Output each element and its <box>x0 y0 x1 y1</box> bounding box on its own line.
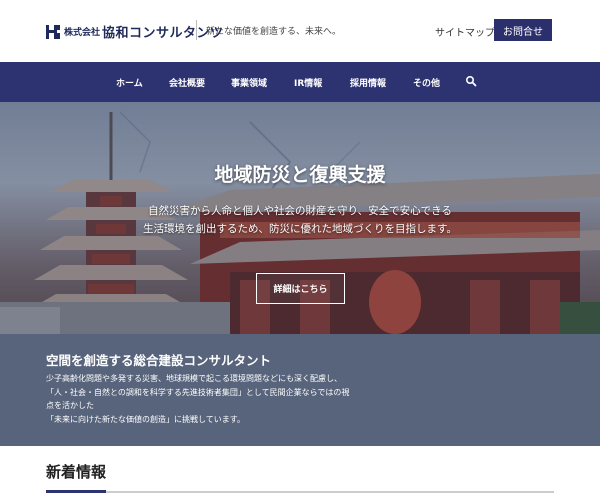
header-divider <box>196 20 197 40</box>
header-tagline: 新たな価値を創造する、未来へ。 <box>206 27 342 37</box>
news-divider <box>46 491 554 493</box>
search-icon[interactable] <box>465 75 477 87</box>
news-section: 新着情報 <box>0 446 600 500</box>
site-header: 株式会社 協和コンサルタンツ 新たな価値を創造する、未来へ。 サイトマップ お問… <box>0 0 600 62</box>
nav-item-home[interactable]: ホーム <box>116 76 143 89</box>
about-description: 少子高齢化問題や多発する災害、地球規模で起こる環境問題などにも深く配慮し、 「人… <box>46 372 366 426</box>
nav-item-business[interactable]: 事業領域 <box>231 76 267 89</box>
about-section: 空間を創造する総合建設コンサルタント 少子高齢化問題や多発する災害、地球規模で起… <box>0 334 600 446</box>
nav-item-recruit[interactable]: 採用情報 <box>350 76 386 89</box>
hero-line-2: 生活環境を創出するため、防災に優れた地域づくりを目指します。 <box>143 223 457 235</box>
contact-button[interactable]: お問合せ <box>494 19 552 41</box>
logo-mark-icon <box>46 24 60 39</box>
logo-company-type: 株式会社 <box>64 28 101 38</box>
hero-title: 地域防災と復興支援 <box>214 164 386 186</box>
news-divider-accent <box>46 490 106 493</box>
nav-item-company[interactable]: 会社概要 <box>169 76 205 89</box>
hero-banner: 地域防災と復興支援 自然災害から人命と個人や社会の財産を守り、安全で安心できる … <box>0 102 600 334</box>
hero-description: 自然災害から人命と個人や社会の財産を守り、安全で安心できる 生活環境を創出するた… <box>0 202 600 238</box>
news-title: 新着情報 <box>46 463 107 481</box>
nav-item-other[interactable]: その他 <box>413 76 440 89</box>
about-line-3: 点を活かした <box>46 401 94 410</box>
about-line-4: 「未来に向けた新たな価値の創造」に挑戦しています。 <box>46 414 245 424</box>
about-line-2: 「人・社会・自然との調和を科学する先進技術者集団」として民間企業ならではの視 <box>46 387 350 397</box>
details-button[interactable]: 詳細はこちら <box>256 273 345 304</box>
about-title: 空間を創造する総合建設コンサルタント <box>46 353 272 368</box>
nav-item-ir[interactable]: IR情報 <box>294 76 322 89</box>
main-nav: ホーム 会社概要 事業領域 IR情報 採用情報 その他 <box>0 62 600 102</box>
hero-line-1: 自然災害から人命と個人や社会の財産を守り、安全で安心できる <box>148 205 452 217</box>
about-line-1: 少子高齢化問題や多発する災害、地球規模で起こる環境問題などにも深く配慮し、 <box>46 374 342 383</box>
sitemap-link[interactable]: サイトマップ <box>435 24 495 39</box>
